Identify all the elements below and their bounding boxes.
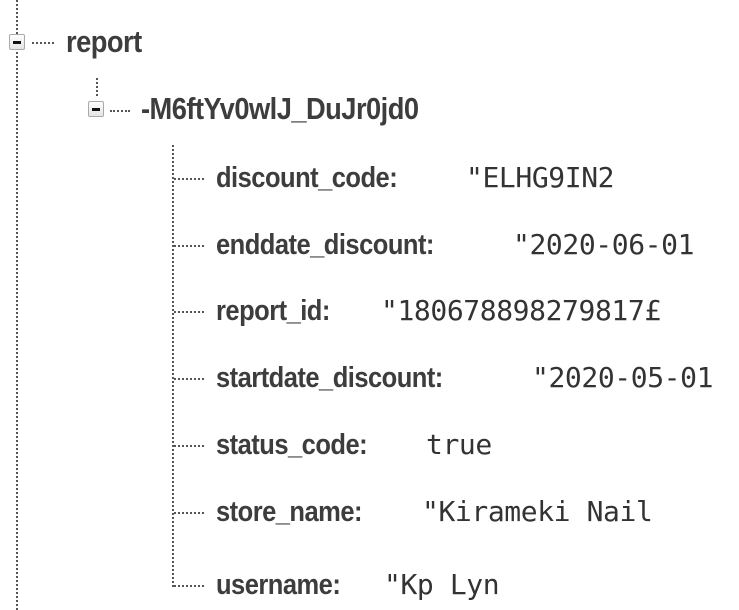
tree-connector: [174, 512, 204, 514]
tree-connector: [174, 585, 204, 587]
collapse-toggle-report[interactable]: [9, 34, 25, 50]
field-value: "2020-06-01: [513, 228, 695, 261]
tree-guide-line-root: [16, 0, 18, 610]
field-report-id[interactable]: report_id: "180678898279817£: [216, 291, 739, 331]
field-value: "180678898279817£: [381, 294, 661, 327]
tree-connector: [174, 378, 204, 380]
field-key: status_code:: [216, 429, 368, 461]
tree-connector: [174, 445, 204, 447]
field-discount-code[interactable]: discount_code: "ELHG9IN2: [216, 158, 739, 198]
node-child-key[interactable]: -M6ftYv0wlJ_DuJr0jd0: [141, 89, 419, 129]
field-value: "2020-05-01: [532, 361, 714, 394]
minus-icon: [92, 108, 100, 111]
field-enddate-discount[interactable]: enddate_discount: "2020-06-01: [216, 225, 739, 265]
tree-connector: [174, 245, 204, 247]
tree-guide-line-leaves: [172, 145, 174, 587]
field-key: store_name:: [216, 496, 362, 528]
field-value: "ELHG9IN2: [466, 161, 615, 194]
field-key: report_id:: [216, 295, 330, 327]
collapse-toggle-child[interactable]: [88, 101, 104, 117]
field-value: "Kp Lyn: [384, 568, 500, 601]
field-key: discount_code:: [216, 162, 398, 194]
field-key: enddate_discount:: [216, 229, 434, 261]
tree-connector: [174, 311, 204, 313]
field-key: startdate_discount:: [216, 362, 443, 394]
field-startdate-discount[interactable]: startdate_discount: "2020-05-01: [216, 358, 739, 398]
field-store-name[interactable]: store_name: "Kirameki Nail: [216, 492, 739, 532]
field-username[interactable]: username: "Kp Lyn: [216, 565, 739, 605]
field-key: username:: [216, 569, 341, 601]
field-value: true: [426, 428, 492, 461]
node-report[interactable]: report: [66, 22, 142, 62]
field-status-code[interactable]: status_code: true: [216, 425, 739, 465]
minus-icon: [13, 41, 21, 44]
tree-guide-line-child: [96, 78, 98, 96]
tree-connector: [110, 110, 130, 112]
tree-connector: [32, 42, 54, 44]
field-value: "Kirameki Nail: [422, 495, 653, 528]
tree-connector: [174, 178, 204, 180]
